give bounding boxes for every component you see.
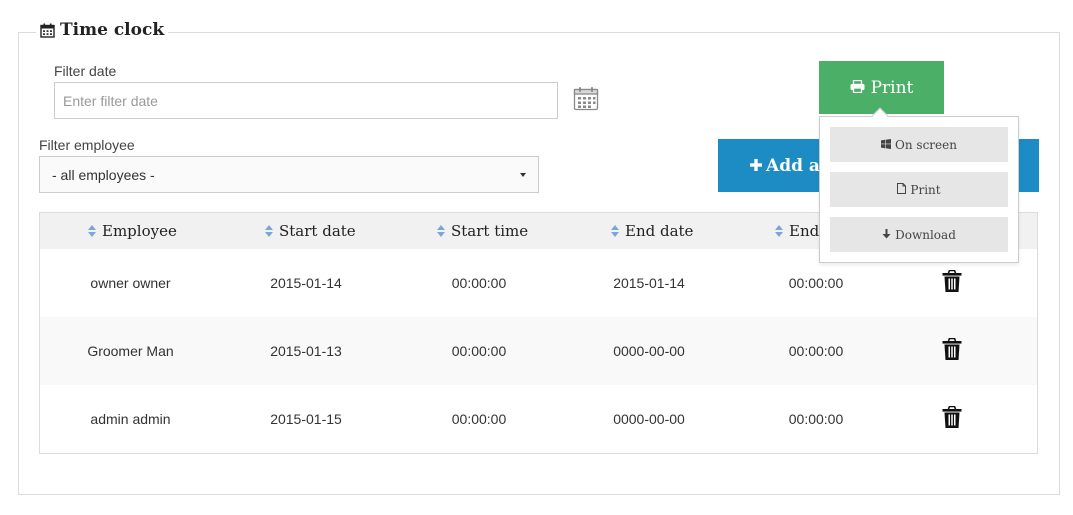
end-time-cell: 00:00:00 — [788, 343, 844, 359]
printer-icon — [850, 78, 865, 98]
arrow-down-icon — [882, 228, 891, 242]
start-date-cell: 2015-01-15 — [270, 411, 342, 427]
employee-cell: owner owner — [90, 275, 171, 291]
start-time-cell: 00:00:00 — [451, 411, 507, 427]
start-date-cell: 2015-01-14 — [270, 275, 342, 291]
print-menu-item-on-screen[interactable]: On screen — [830, 127, 1008, 162]
sort-icon — [265, 225, 273, 237]
print-menu-item-label: Download — [895, 227, 956, 242]
end-date-cell: 0000-00-00 — [613, 411, 685, 427]
print-button-label: Print — [870, 77, 914, 98]
plus-icon — [750, 156, 762, 176]
print-menu-item-label: Print — [910, 182, 941, 197]
filter-date-input[interactable] — [55, 83, 557, 118]
filter-employee-select[interactable]: - all employees - — [39, 156, 539, 193]
sort-icon — [611, 225, 619, 237]
filter-employee-selected-value: - all employees - — [52, 166, 155, 183]
end-date-cell: 0000-00-00 — [613, 343, 685, 359]
end-time-cell: 00:00:00 — [788, 411, 844, 427]
delete-row-button[interactable] — [901, 317, 1003, 385]
sort-icon — [437, 225, 445, 237]
column-header-label: End — [789, 222, 820, 240]
print-button[interactable]: Print — [819, 61, 944, 114]
file-icon — [897, 182, 907, 197]
print-menu-item-label: On screen — [895, 137, 957, 152]
windows-icon — [881, 138, 892, 152]
column-header-employee[interactable]: Employee — [88, 213, 177, 249]
column-header-end-date[interactable]: End date — [611, 213, 693, 249]
panel-legend: Time clock — [36, 20, 169, 40]
table-row: admin admin 2015-01-15 00:00:00 0000-00-… — [40, 385, 1037, 453]
print-menu-item-download[interactable]: Download — [830, 217, 1008, 252]
page-title: Time clock — [60, 20, 165, 40]
print-menu-item-print[interactable]: Print — [830, 172, 1008, 207]
employee-cell: Groomer Man — [87, 343, 174, 359]
trash-icon — [942, 269, 962, 296]
table-row: Groomer Man 2015-01-13 00:00:00 0000-00-… — [40, 317, 1037, 385]
sort-icon — [775, 225, 783, 237]
filter-date-field[interactable] — [54, 82, 558, 119]
caret-down-icon — [520, 172, 526, 177]
filter-employee-label: Filter employee — [39, 137, 135, 153]
column-header-label: End date — [625, 222, 694, 240]
trash-icon — [942, 405, 962, 432]
add-entry-label: Add a — [766, 155, 820, 176]
filter-date-label: Filter date — [54, 63, 117, 79]
column-header-start-time[interactable]: Start time — [437, 213, 528, 249]
start-date-cell: 2015-01-13 — [270, 343, 342, 359]
date-picker-calendar-icon[interactable] — [573, 86, 599, 111]
sort-icon — [88, 225, 96, 237]
column-header-end-time[interactable]: End — [775, 213, 819, 249]
column-header-label: Start time — [451, 222, 529, 240]
column-header-label: Employee — [102, 222, 177, 240]
column-header-start-date[interactable]: Start date — [265, 213, 356, 249]
print-dropdown-menu: On screen Print Download — [819, 107, 1019, 263]
employee-cell: admin admin — [90, 411, 171, 427]
calendar-icon — [40, 23, 55, 38]
start-time-cell: 00:00:00 — [451, 275, 507, 291]
start-time-cell: 00:00:00 — [451, 343, 507, 359]
end-date-cell: 2015-01-14 — [613, 275, 685, 291]
column-header-label: Start date — [279, 222, 356, 240]
trash-icon — [942, 337, 962, 364]
delete-row-button[interactable] — [901, 385, 1003, 453]
